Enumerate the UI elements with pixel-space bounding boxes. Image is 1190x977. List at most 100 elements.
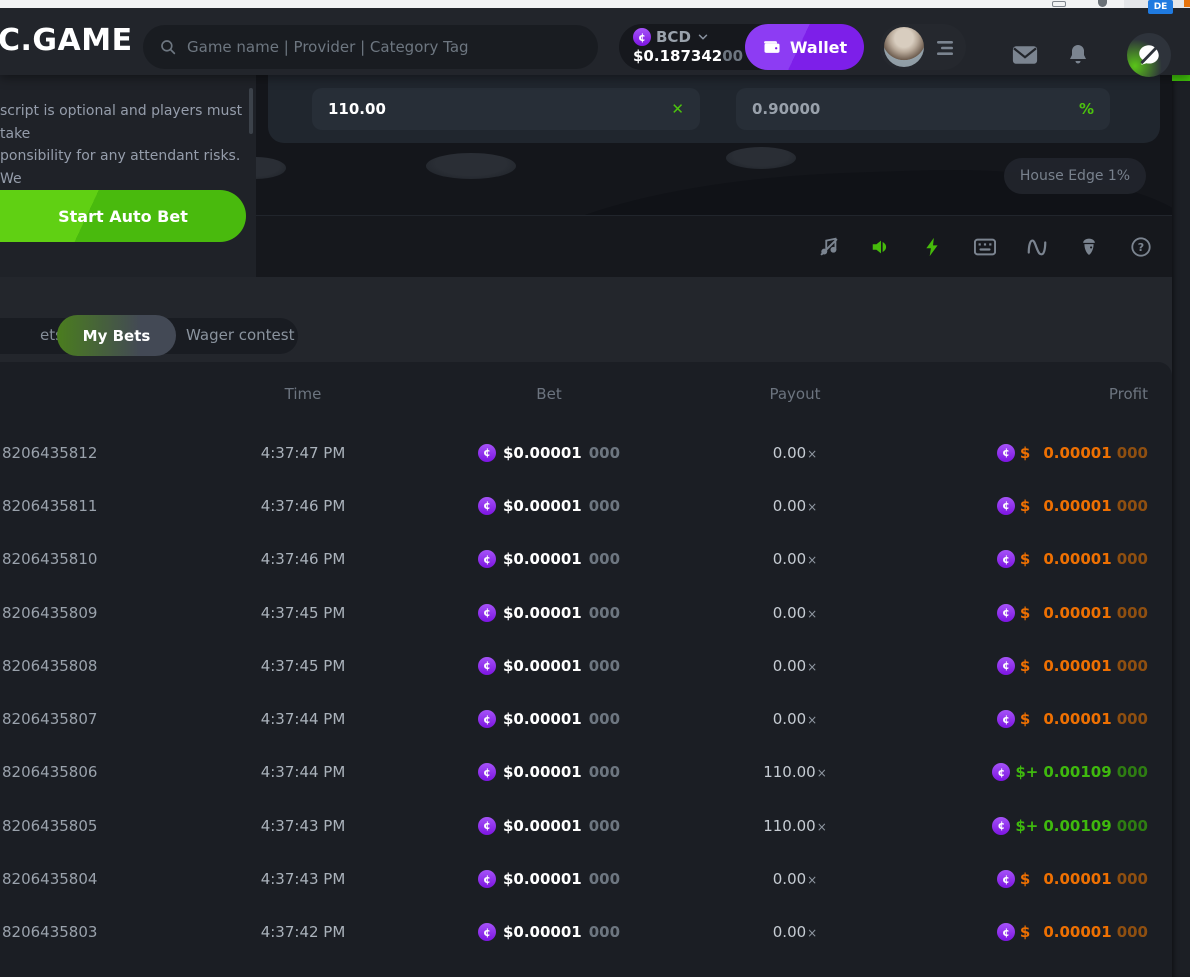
payout-input[interactable]: [328, 100, 671, 118]
bet-payout: 0.00×: [672, 657, 918, 675]
bet-amount: ¢ $0.00001000: [426, 550, 672, 568]
table-row[interactable]: 8206435808 4:37:45 PM ¢ $0.00001000 0.00…: [0, 639, 1172, 692]
inbox-button[interactable]: [1010, 42, 1040, 68]
profile-menu-icon[interactable]: [934, 40, 954, 56]
table-row[interactable]: 8206435810 4:37:46 PM ¢ $0.00001000 0.00…: [0, 533, 1172, 586]
bet-time: 4:37:44 PM: [180, 763, 426, 781]
bet-profit: ¢ $+0.00109000: [918, 817, 1172, 835]
profit-trailing: 000: [1117, 497, 1148, 515]
rail-indicator: [1172, 75, 1190, 81]
table-row[interactable]: 8206435812 4:37:47 PM ¢ $0.00001000 0.00…: [0, 426, 1172, 479]
game-settings-panel: ✕ %: [268, 75, 1160, 143]
sound-on-icon[interactable]: [870, 236, 892, 258]
chat-off-icon: [1136, 42, 1162, 68]
multiplier-x-icon[interactable]: ✕: [671, 100, 684, 118]
notifications-button[interactable]: [1063, 42, 1093, 68]
payout-input-field[interactable]: ✕: [312, 88, 700, 130]
table-row[interactable]: 8206435804 4:37:43 PM ¢ $0.00001000 0.00…: [0, 852, 1172, 905]
bet-amount: ¢ $0.00001000: [426, 657, 672, 675]
bet-payout: 110.00×: [672, 763, 918, 781]
bcd-coin-icon: ¢: [992, 817, 1010, 835]
music-off-icon[interactable]: [818, 236, 840, 258]
locale-badge[interactable]: DE: [1148, 0, 1173, 14]
seed-icon[interactable]: [1078, 236, 1100, 258]
table-row[interactable]: 8206435805 4:37:43 PM ¢ $0.00001000 110.…: [0, 799, 1172, 852]
trends-icon[interactable]: [1026, 236, 1048, 258]
bet-payout: 0.00×: [672, 497, 918, 515]
turbo-bet-icon[interactable]: [922, 236, 944, 258]
profit-value: 0.00001: [1043, 497, 1111, 515]
start-auto-bet-button[interactable]: Start Auto Bet: [0, 190, 246, 242]
bet-amount: ¢ $0.00001000: [426, 923, 672, 941]
profit-trailing: 000: [1117, 817, 1148, 835]
bcd-coin-icon: ¢: [478, 870, 496, 888]
bet-amount-trailing: 000: [589, 444, 620, 462]
payout-multiplier-icon: ×: [807, 873, 817, 887]
panel-scrollbar[interactable]: [249, 88, 253, 134]
bet-id: 8206435810: [0, 550, 180, 568]
currency-selector[interactable]: ¢ BCD $0.18734200: [633, 28, 753, 65]
profit-value: 0.00001: [1043, 604, 1111, 622]
right-scroll-rail[interactable]: [1172, 75, 1190, 977]
bet-payout: 0.00×: [672, 923, 918, 941]
bet-time: 4:37:45 PM: [180, 657, 426, 675]
table-row[interactable]: 8206435806 4:37:44 PM ¢ $0.00001000 110.…: [0, 746, 1172, 799]
bcd-coin-icon: ¢: [478, 604, 496, 622]
bet-id: 8206435804: [0, 870, 180, 888]
bet-time: 4:37:42 PM: [180, 923, 426, 941]
bcd-coin-icon: ¢: [478, 550, 496, 568]
table-row[interactable]: 8206435809 4:37:45 PM ¢ $0.00001000 0.00…: [0, 586, 1172, 639]
payout-multiplier-icon: ×: [807, 447, 817, 461]
search-input[interactable]: [187, 38, 582, 56]
chevron-down-icon: [696, 30, 710, 44]
profile-group[interactable]: [880, 24, 966, 70]
bet-time: 4:37:44 PM: [180, 710, 426, 728]
bet-amount-trailing: 000: [589, 923, 620, 941]
help-icon[interactable]: ?: [1130, 236, 1152, 258]
hotkeys-icon[interactable]: [974, 236, 996, 258]
site-logo[interactable]: C.GAME: [0, 23, 133, 58]
game-search[interactable]: [143, 25, 598, 69]
bcd-coin-icon: ¢: [478, 710, 496, 728]
bet-id: 8206435809: [0, 604, 180, 622]
table-row[interactable]: 8206435803 4:37:42 PM ¢ $0.00001000 0.00…: [0, 906, 1172, 959]
tab-my-bets[interactable]: My Bets: [57, 315, 176, 356]
bell-icon: [1066, 43, 1090, 67]
bet-id: 8206435803: [0, 923, 180, 941]
bet-id: 8206435812: [0, 444, 180, 462]
bet-amount-trailing: 000: [589, 763, 620, 781]
win-chance-input[interactable]: [752, 100, 1079, 118]
bet-amount: ¢ $0.00001000: [426, 444, 672, 462]
profit-value: 0.00001: [1043, 550, 1111, 568]
table-row[interactable]: 8206435807 4:37:44 PM ¢ $0.00001000 0.00…: [0, 692, 1172, 745]
profit-trailing: 000: [1117, 550, 1148, 568]
browser-toolbar-icon[interactable]: [1052, 1, 1066, 7]
payout-multiplier-icon: ×: [807, 926, 817, 940]
user-avatar[interactable]: [884, 27, 924, 67]
table-row[interactable]: 8206435812 4:37:47 PM ¢ $0.00001000 0.00…: [0, 959, 1172, 977]
tab-wager-contest[interactable]: Wager contest: [186, 326, 295, 344]
table-row[interactable]: 8206435811 4:37:46 PM ¢ $0.00001000 0.00…: [0, 479, 1172, 532]
profit-sign: $: [1020, 497, 1030, 515]
bet-time: 4:37:47 PM: [180, 444, 426, 462]
profit-sign: $+: [1015, 763, 1038, 781]
browser-extension-icon[interactable]: [1098, 0, 1107, 7]
bet-amount-value: $0.00001: [503, 817, 582, 835]
mail-icon: [1011, 44, 1039, 66]
profit-value: 0.00001: [1043, 923, 1111, 941]
profit-trailing: 000: [1117, 444, 1148, 462]
house-edge-badge: House Edge 1%: [1004, 158, 1146, 194]
profit-sign: $: [1020, 444, 1030, 462]
profit-sign: $: [1020, 604, 1030, 622]
profit-value: 0.00001: [1043, 710, 1111, 728]
bet-profit: ¢ $0.00001000: [918, 657, 1172, 675]
profit-trailing: 000: [1117, 604, 1148, 622]
bet-amount: ¢ $0.00001000: [426, 763, 672, 781]
win-chance-input-field[interactable]: %: [736, 88, 1110, 130]
bcd-coin-icon: ¢: [997, 710, 1015, 728]
profit-value: 0.00001: [1043, 657, 1111, 675]
payout-multiplier-icon: ×: [807, 607, 817, 621]
payout-value: 0.00: [773, 923, 806, 941]
wallet-button[interactable]: Wallet: [745, 24, 864, 70]
chat-toggle-button[interactable]: [1127, 33, 1171, 77]
